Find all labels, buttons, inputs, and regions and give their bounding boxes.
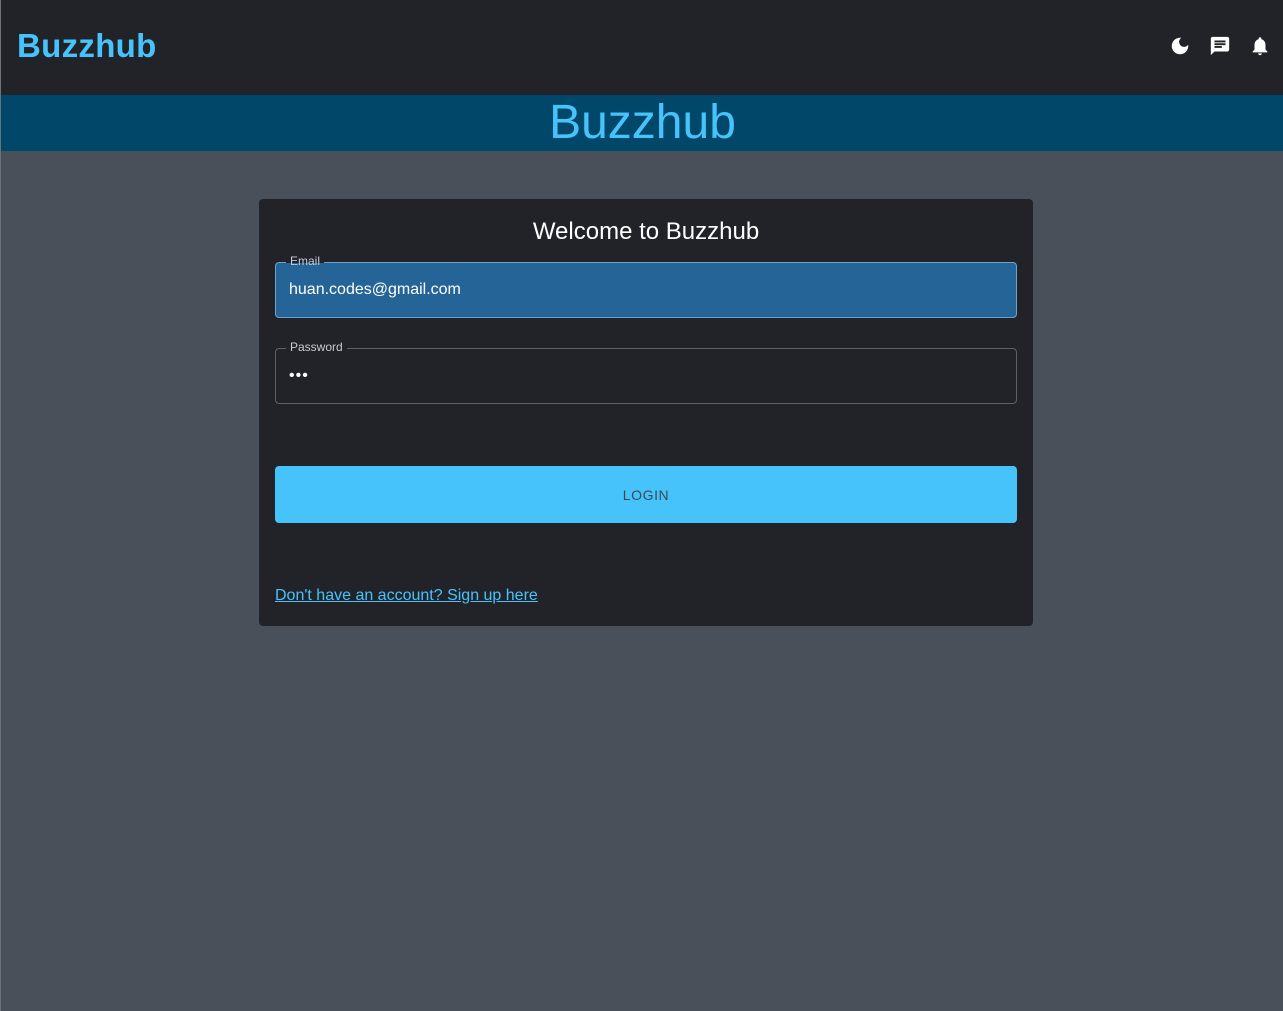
login-button[interactable]: LOGIN — [275, 466, 1017, 523]
top-icons — [1168, 34, 1272, 58]
messages-button[interactable] — [1208, 34, 1232, 58]
app-root: Buzzhub Buzzhub Welcome to Buzzhub Email… — [0, 0, 1283, 1011]
notifications-button[interactable] — [1248, 34, 1272, 58]
theme-toggle-button[interactable] — [1168, 34, 1192, 58]
password-label: Password — [286, 340, 347, 354]
password-input[interactable] — [276, 349, 1016, 403]
password-field: Password — [275, 340, 1017, 404]
hero-banner: Buzzhub — [1, 95, 1283, 151]
email-label: Email — [286, 254, 325, 268]
email-input[interactable] — [276, 263, 1016, 317]
bell-icon — [1252, 36, 1268, 55]
login-title: Welcome to Buzzhub — [532, 218, 760, 245]
top-app-bar: Buzzhub — [1, 0, 1283, 95]
email-field: Email — [275, 254, 1017, 318]
brand-logo[interactable]: Buzzhub — [17, 27, 157, 65]
login-card: Welcome to Buzzhub Email Password LOGIN … — [259, 199, 1033, 626]
signup-link[interactable]: Don't have an account? Sign up here — [275, 587, 538, 605]
moon-icon — [1171, 37, 1189, 54]
banner-title: Buzzhub — [549, 96, 736, 149]
chat-icon — [1210, 36, 1230, 55]
